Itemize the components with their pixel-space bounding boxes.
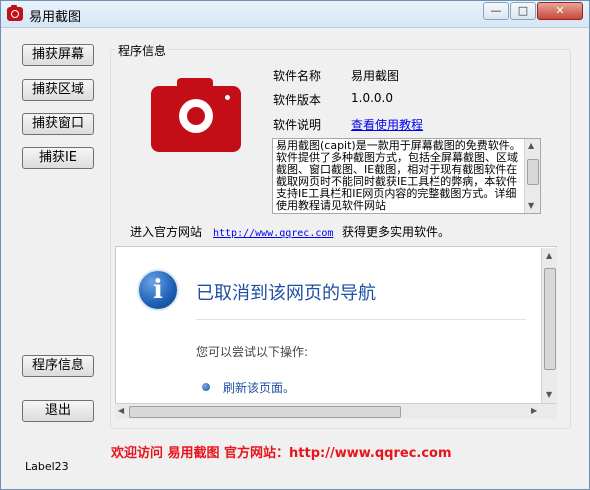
scroll-left-icon[interactable]: ◀ — [118, 406, 124, 415]
footer-welcome-text: 欢迎访问 易用截图 官方网站：http://www.qqrec.com — [111, 446, 452, 461]
version-value: 1.0.0.0 — [351, 91, 393, 105]
scroll-right-icon[interactable]: ▶ — [531, 406, 537, 415]
minimize-button[interactable]: — — [483, 2, 509, 20]
description-textbox[interactable]: 易用截图(capit)是一款用于屏幕截图的免费软件。软件提供了多种截图方式，包括… — [272, 138, 541, 214]
maximize-button[interactable]: □ — [510, 2, 536, 20]
description-label: 软件说明 — [273, 118, 322, 132]
refresh-page-link[interactable]: 刷新该页面。 — [223, 379, 295, 396]
close-button[interactable]: ✕ — [537, 2, 583, 20]
capture-region-button[interactable]: 捕获区域 — [22, 79, 94, 101]
suggestion-heading: 您可以尝试以下操作: — [196, 345, 309, 359]
site-prefix: 进入官方网站 — [130, 225, 203, 239]
scroll-thumb[interactable] — [527, 159, 539, 185]
title-bar[interactable]: 易用截图 — □ ✕ — [1, 1, 589, 28]
browser-horizontal-scrollbar[interactable]: ◀ ▶ — [115, 403, 557, 419]
scroll-down-icon[interactable]: ▼ — [546, 390, 552, 399]
capture-ie-button[interactable]: 捕获IE — [22, 147, 94, 169]
browser-vertical-scrollbar[interactable]: ▲ ▼ — [541, 248, 557, 403]
program-info-button[interactable]: 程序信息 — [22, 355, 94, 377]
capture-screen-button[interactable]: 捕获屏幕 — [22, 44, 94, 66]
info-icon: i — [137, 269, 179, 311]
site-link-wrap: http://www.qqrec.com — [213, 225, 333, 239]
scroll-up-icon[interactable]: ▲ — [546, 251, 552, 260]
tutorial-link[interactable]: 查看使用教程 — [351, 116, 423, 133]
camera-logo-icon — [151, 78, 241, 152]
scroll-up-icon[interactable]: ▲ — [528, 141, 534, 150]
camera-app-icon — [7, 5, 23, 21]
status-label: Label23 — [25, 460, 69, 473]
vertical-scroll-thumb[interactable] — [544, 268, 556, 370]
name-value: 易用截图 — [351, 69, 400, 83]
divider — [196, 319, 526, 320]
scroll-down-icon[interactable]: ▼ — [528, 201, 534, 210]
official-site-link[interactable]: http://www.qqrec.com — [213, 228, 333, 239]
version-label: 软件版本 — [273, 93, 322, 107]
description-text: 易用截图(capit)是一款用于屏幕截图的免费软件。软件提供了多种截图方式，包括… — [276, 139, 521, 212]
window-title: 易用截图 — [29, 10, 82, 25]
exit-button[interactable]: 退出 — [22, 400, 94, 422]
embedded-browser[interactable]: i 已取消到该网页的导航 您可以尝试以下操作: 刷新该页面。 — [115, 246, 557, 419]
site-suffix: 获得更多实用软件。 — [342, 225, 451, 239]
horizontal-scroll-thumb[interactable] — [129, 406, 401, 418]
capture-window-button[interactable]: 捕获窗口 — [22, 113, 94, 135]
name-label: 软件名称 — [273, 69, 322, 83]
navigation-canceled-title: 已取消到该网页的导航 — [196, 283, 376, 304]
group-title: 程序信息 — [115, 42, 170, 59]
main-window: 易用截图 — □ ✕ 捕获屏幕 捕获区域 捕获窗口 捕获IE 程序信息 退出 L… — [0, 0, 590, 490]
description-scrollbar[interactable]: ▲ ▼ — [524, 139, 540, 213]
bullet-icon — [202, 383, 210, 391]
